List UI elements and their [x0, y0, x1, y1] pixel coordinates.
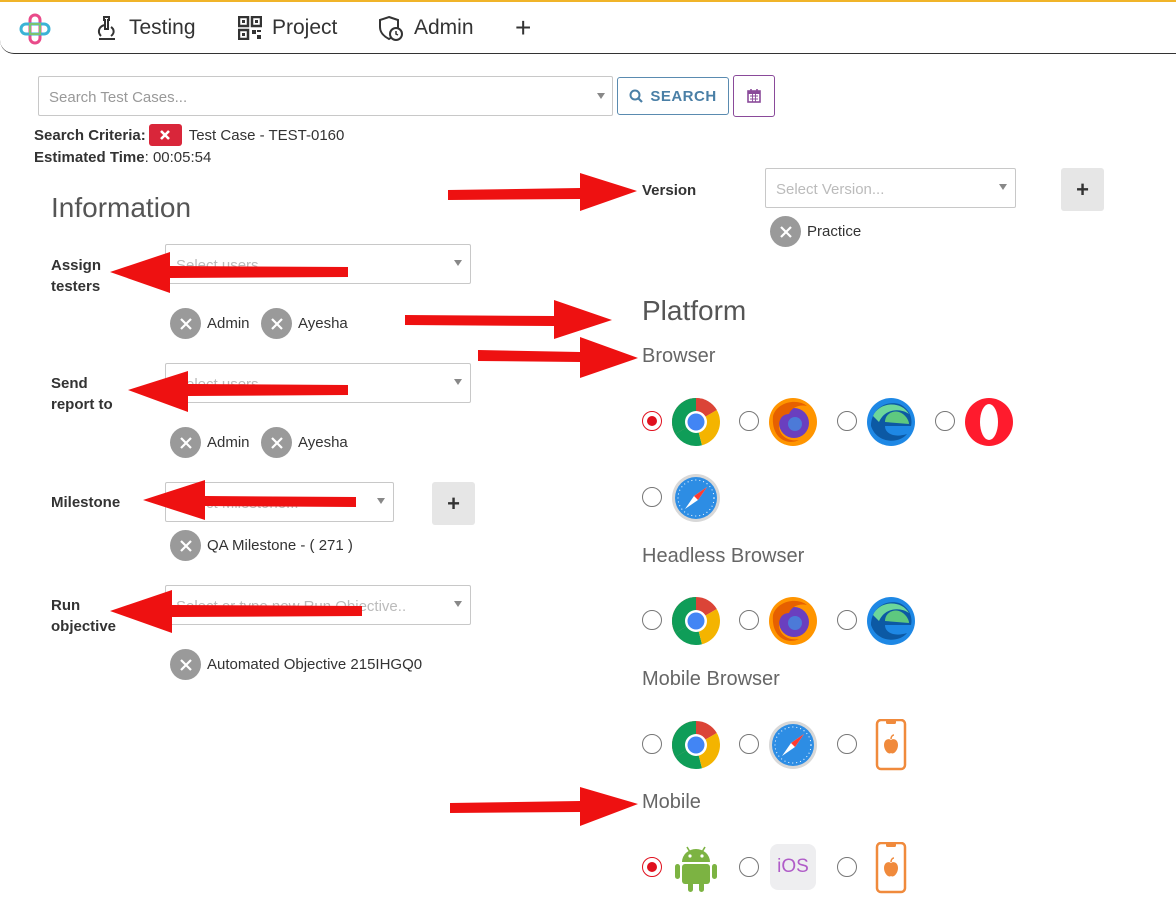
- arrow-to-mobile: [450, 787, 638, 826]
- arrow-to-run-objective: [110, 590, 362, 633]
- arrow-to-milestone: [143, 480, 356, 520]
- arrow-to-version: [448, 173, 637, 211]
- annotation-arrows: [110, 173, 638, 826]
- arrow-to-browser: [478, 337, 638, 378]
- arrow-to-send-report: [128, 371, 348, 412]
- arrow-to-assign-testers: [110, 252, 348, 293]
- arrow-to-platform: [405, 300, 612, 339]
